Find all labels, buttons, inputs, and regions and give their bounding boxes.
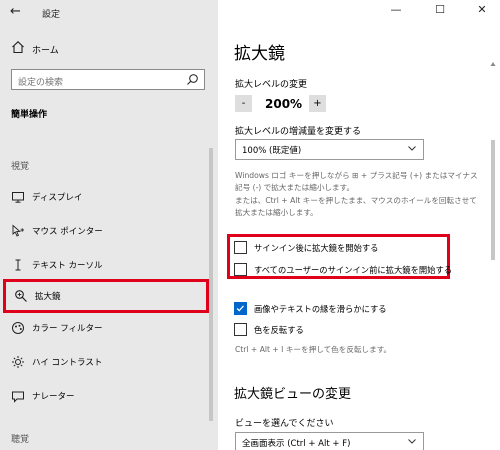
zoom-level-value: 200% [265,97,303,111]
description-line: 記号 (-) で拡大または縮小します。 [235,183,355,192]
sidebar-scrollbar[interactable] [209,148,213,421]
search-box[interactable] [11,69,205,93]
minimize-icon[interactable]: — [382,3,410,16]
sidebar-item-label: カラー フィルター [32,324,103,334]
zoom-shortcut-description: Windows ロゴ キーを押しながら ⊞ + プラス記号 (+) またはマイナ… [235,170,485,194]
sidebar-item-magnifier[interactable]: 拡大鏡 [3,279,209,313]
section-title: 簡単操作 [11,110,48,120]
chevron-down-icon [408,146,416,151]
chevron-down-icon [408,439,416,444]
sidebar-item-label: マウス ポインター [32,227,103,237]
sidebar-item-text-cursor[interactable]: テキスト カーソル [0,248,212,282]
zoom-wheel-description: または、Ctrl + Alt キーを押したまま、マウスのホイールを回転させて 拡… [235,195,485,219]
mouse-pointer-icon [12,224,24,237]
zoom-in-button[interactable]: + [309,95,326,112]
zoom-increment-label: 拡大レベルの増減量を変更する [235,127,362,137]
maximize-icon[interactable]: ☐ [426,3,454,16]
checkbox-label: すべてのユーザーのサインイン前に拡大鏡を開始する [254,265,453,275]
text-cursor-icon [15,259,21,271]
zoom-increment-select[interactable]: 100% (既定値) [235,139,424,160]
checkmark-icon [236,305,244,312]
group-hearing-label: 聴覚 [11,435,30,445]
main-panel: — ☐ ✕ 拡大鏡 拡大レベルの変更 - 200% + 拡大レベルの増減量を変更… [218,0,500,450]
high-contrast-icon [12,356,24,368]
checkbox-label: 画像やテキストの縁を滑らかにする [254,304,387,314]
zoom-out-button[interactable]: - [235,95,252,112]
sidebar-item-label: ナレーター [32,392,75,402]
sidebar-item-narrator[interactable]: ナレーター [0,379,212,413]
home-icon [12,41,24,54]
description-line: Windows ロゴ キーを押しながら ⊞ + プラス記号 (+) またはマイナ… [235,171,478,180]
zoom-level-label: 拡大レベルの変更 [235,80,308,90]
view-select-value: 全画面表示 (Ctrl + Alt + F) [242,439,351,449]
color-filter-icon [12,322,24,334]
view-section-heading: 拡大鏡ビューの変更 [234,387,352,402]
sidebar-item-display[interactable]: ディスプレイ [0,180,212,214]
sidebar-item-label: テキスト カーソル [32,261,103,271]
invert-colors-checkbox[interactable] [234,323,247,336]
search-input[interactable] [12,73,182,93]
display-icon [12,192,24,203]
checkbox-label: 色を反転する [254,325,304,335]
narrator-icon [12,391,24,403]
zoom-increment-value: 100% (既定値) [242,146,302,156]
sidebar-item-color-filter[interactable]: カラー フィルター [0,311,212,345]
sidebar: ← 設定 ホーム 簡単操作 視覚 ディスプレイ マウス ポインター [0,0,218,450]
description-line: 拡大または縮小します。 [235,208,318,217]
sidebar-item-mouse-pointer[interactable]: マウス ポインター [0,214,212,248]
main-scrollbar[interactable] [490,60,496,440]
group-vision-label: 視覚 [11,162,30,172]
sidebar-home-label[interactable]: ホーム [32,43,59,56]
back-arrow-icon[interactable]: ← [10,4,21,19]
view-select[interactable]: 全画面表示 (Ctrl + Alt + F) [235,432,424,450]
close-icon[interactable]: ✕ [468,3,496,16]
sidebar-item-label: ハイ コントラスト [32,358,103,368]
search-icon[interactable] [186,73,199,86]
invert-colors-hint: Ctrl + Alt + I キーを押して色を反転します。 [235,345,392,354]
page-title: 拡大鏡 [234,44,285,64]
smooth-edges-checkbox[interactable] [234,302,247,315]
app-title: 設定 [42,10,61,20]
start-after-signin-checkbox[interactable] [234,241,247,254]
description-line: または、Ctrl + Alt キーを押したまま、マウスのホイールを回転させて [235,196,477,205]
sidebar-item-label: 拡大鏡 [35,292,61,302]
sidebar-item-label: ディスプレイ [32,193,83,203]
view-label: ビューを選んでください [235,419,334,429]
start-before-signin-checkbox[interactable] [234,263,247,276]
magnifier-icon [15,290,27,302]
sidebar-item-high-contrast[interactable]: ハイ コントラスト [0,345,212,379]
checkbox-label: サインイン後に拡大鏡を開始する [254,243,379,253]
